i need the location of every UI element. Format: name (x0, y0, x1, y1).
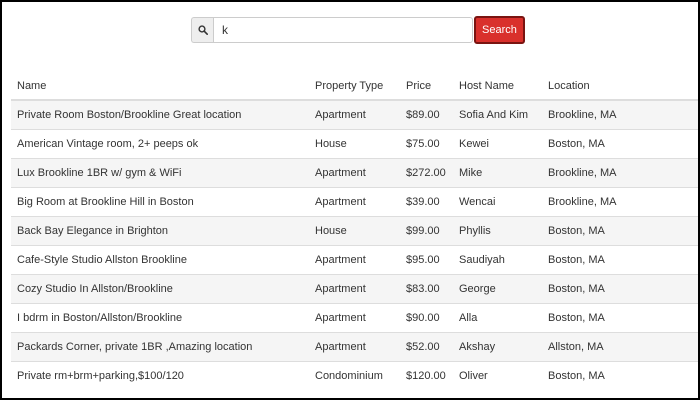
search-bar: Search (191, 16, 525, 44)
cell-host-name: Phyllis (453, 216, 542, 246)
cell-price: $272.00 (400, 158, 453, 188)
table-row[interactable]: Back Bay Elegance in Brighton House $99.… (11, 216, 698, 246)
cell-location: Boston, MA (542, 361, 698, 390)
cell-host-name: George (453, 274, 542, 304)
column-header-host-name[interactable]: Host Name (453, 72, 542, 101)
cell-price: $52.00 (400, 332, 453, 362)
cell-host-name: Sofia And Kim (453, 99, 542, 130)
search-button[interactable]: Search (474, 16, 525, 44)
cell-location: Brookline, MA (542, 158, 698, 188)
column-header-name[interactable]: Name (11, 72, 309, 101)
cell-property-type: Apartment (309, 158, 400, 188)
cell-price: $39.00 (400, 187, 453, 217)
cell-name: Lux Brookline 1BR w/ gym & WiFi (11, 158, 309, 188)
column-header-price[interactable]: Price (400, 72, 453, 101)
table-row[interactable]: I bdrm in Boston/Allston/Brookline Apart… (11, 303, 698, 333)
cell-price: $99.00 (400, 216, 453, 246)
cell-name: I bdrm in Boston/Allston/Brookline (11, 303, 309, 333)
cell-location: Boston, MA (542, 129, 698, 159)
cell-name: Back Bay Elegance in Brighton (11, 216, 309, 246)
cell-name: Cozy Studio In Allston/Brookline (11, 274, 309, 304)
table-row[interactable]: Big Room at Brookline Hill in Boston Apa… (11, 187, 698, 217)
cell-host-name: Oliver (453, 361, 542, 390)
search-icon (191, 17, 213, 43)
cell-name: American Vintage room, 2+ peeps ok (11, 129, 309, 159)
table-row[interactable]: Lux Brookline 1BR w/ gym & WiFi Apartmen… (11, 158, 698, 188)
table-header-row: Name Property Type Price Host Name Locat… (11, 72, 698, 101)
table-row[interactable]: Cafe-Style Studio Allston Brookline Apar… (11, 245, 698, 275)
cell-price: $120.00 (400, 361, 453, 390)
column-header-property-type[interactable]: Property Type (309, 72, 400, 101)
cell-price: $83.00 (400, 274, 453, 304)
column-header-location[interactable]: Location (542, 72, 698, 101)
table-row[interactable]: Private rm+brm+parking,$100/120 Condomin… (11, 361, 698, 390)
table-row[interactable]: Packards Corner, private 1BR ,Amazing lo… (11, 332, 698, 362)
listings-table: Name Property Type Price Host Name Locat… (11, 72, 698, 390)
cell-name: Private rm+brm+parking,$100/120 (11, 361, 309, 390)
cell-host-name: Mike (453, 158, 542, 188)
cell-location: Boston, MA (542, 245, 698, 275)
cell-price: $75.00 (400, 129, 453, 159)
cell-property-type: House (309, 129, 400, 159)
cell-host-name: Saudiyah (453, 245, 542, 275)
cell-host-name: Akshay (453, 332, 542, 362)
app-frame: Search Name Property Type Price Host Nam… (0, 0, 700, 400)
cell-host-name: Wencai (453, 187, 542, 217)
cell-property-type: Apartment (309, 332, 400, 362)
cell-property-type: Apartment (309, 303, 400, 333)
cell-location: Boston, MA (542, 274, 698, 304)
table-row[interactable]: Private Room Boston/Brookline Great loca… (11, 99, 698, 130)
cell-name: Big Room at Brookline Hill in Boston (11, 187, 309, 217)
cell-name: Cafe-Style Studio Allston Brookline (11, 245, 309, 275)
cell-location: Boston, MA (542, 303, 698, 333)
cell-property-type: Apartment (309, 245, 400, 275)
cell-property-type: Condominium (309, 361, 400, 390)
cell-location: Brookline, MA (542, 187, 698, 217)
cell-price: $90.00 (400, 303, 453, 333)
cell-location: Allston, MA (542, 332, 698, 362)
cell-property-type: House (309, 216, 400, 246)
cell-property-type: Apartment (309, 187, 400, 217)
table-row[interactable]: American Vintage room, 2+ peeps ok House… (11, 129, 698, 159)
cell-price: $95.00 (400, 245, 453, 275)
cell-location: Boston, MA (542, 216, 698, 246)
cell-price: $89.00 (400, 99, 453, 130)
cell-location: Brookline, MA (542, 99, 698, 130)
cell-property-type: Apartment (309, 274, 400, 304)
search-input[interactable] (213, 17, 473, 43)
cell-host-name: Alla (453, 303, 542, 333)
cell-property-type: Apartment (309, 99, 400, 130)
table-row[interactable]: Cozy Studio In Allston/Brookline Apartme… (11, 274, 698, 304)
cell-host-name: Kewei (453, 129, 542, 159)
cell-name: Private Room Boston/Brookline Great loca… (11, 99, 309, 130)
cell-name: Packards Corner, private 1BR ,Amazing lo… (11, 332, 309, 362)
